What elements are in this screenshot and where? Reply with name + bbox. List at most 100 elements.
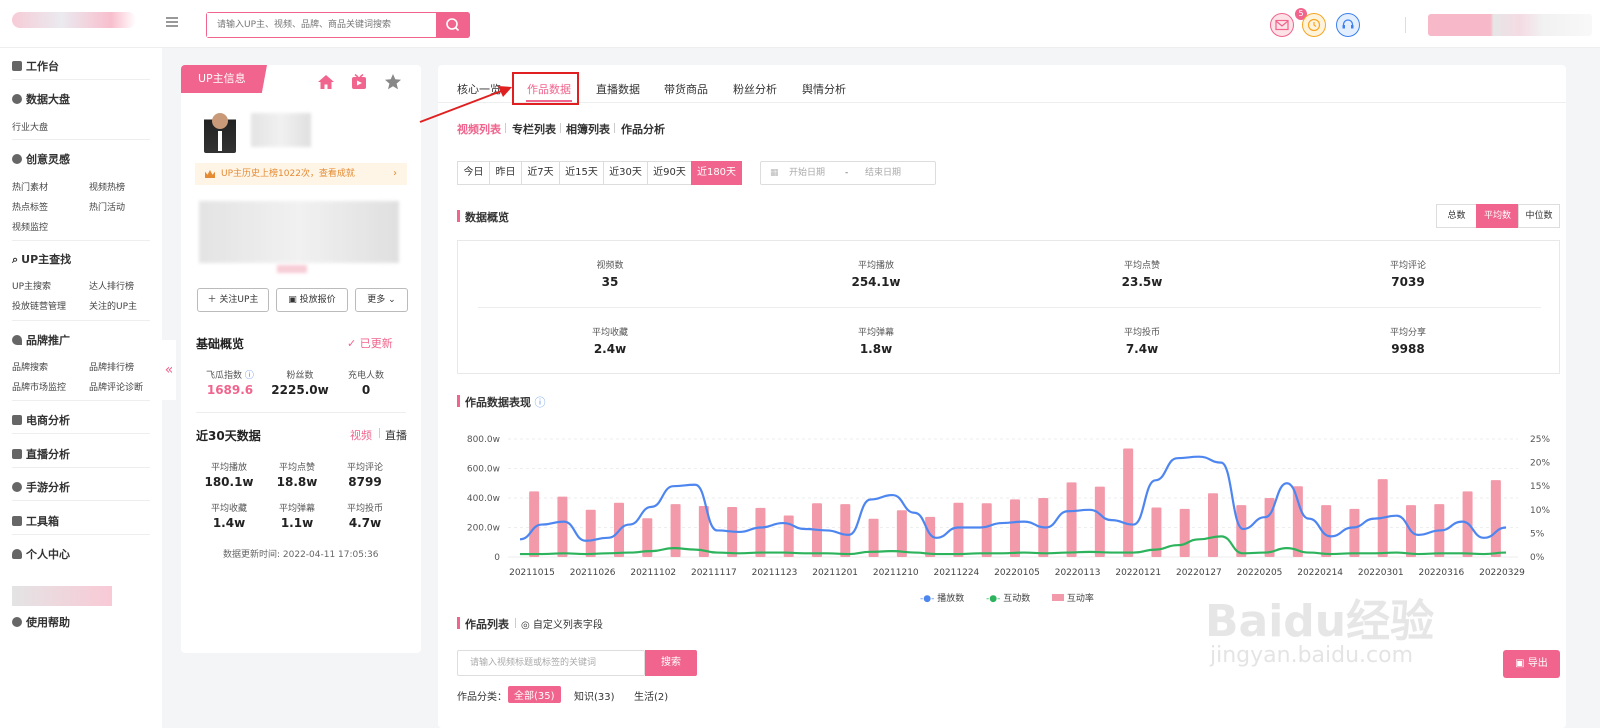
watermark-url: jingyan.baidu.com — [1210, 643, 1414, 668]
sidebar-item-brand-search[interactable]: 品牌搜索 — [12, 360, 48, 373]
sidebar-section-personal[interactable]: 个人中心 — [12, 546, 70, 562]
home-icon[interactable] — [317, 74, 335, 90]
star-icon[interactable] — [384, 73, 402, 91]
sidebar-section-inspiration[interactable]: 创意灵感 — [12, 151, 70, 167]
range-180d[interactable]: 近180天 — [691, 161, 742, 185]
sidebar-item-up-search[interactable]: UP主搜索 — [12, 279, 51, 292]
x-tick-label: 20220113 — [1055, 568, 1101, 578]
home-icon — [12, 61, 22, 71]
gamepad-icon — [12, 482, 22, 492]
collapse-sidebar-button[interactable]: « — [162, 340, 176, 400]
sidebar-item-hot-events[interactable]: 热门活动 — [89, 200, 125, 213]
mode-average[interactable]: 平均数 — [1476, 204, 1519, 228]
y-right-tick-label: 10% — [1530, 506, 1550, 516]
menu-toggle-icon[interactable] — [166, 17, 178, 27]
global-search-input[interactable] — [207, 13, 429, 37]
sidebar-item-hot-tags[interactable]: 热点标签 — [12, 200, 48, 213]
keyword-search-button[interactable]: 搜索 — [645, 650, 697, 676]
sidebar-section-brand[interactable]: 品牌推广 — [12, 332, 70, 348]
y-left-tick-label: 0 — [494, 553, 500, 563]
search-button[interactable] — [436, 12, 470, 38]
sidebar-section-ecommerce[interactable]: 电商分析 — [12, 412, 70, 428]
mode-median[interactable]: 中位数 — [1518, 204, 1560, 228]
sidebar-section-mobile-game[interactable]: 手游分析 — [12, 479, 70, 495]
sidebar-item-hot-material[interactable]: 热门素材 — [12, 180, 48, 193]
ad-quote-button[interactable]: ▣ 投放报价 — [276, 288, 348, 312]
follow-up-button[interactable]: ＋ 关注UP主 — [197, 288, 269, 312]
legend-plays[interactable]: -●- 播放数 — [920, 591, 964, 604]
up-name-blurred — [251, 113, 311, 147]
category-knowledge[interactable]: 知识(33) — [574, 688, 615, 703]
plus-icon: ＋ — [207, 295, 220, 305]
export-button[interactable]: ▣ 导出 — [1503, 650, 1560, 678]
range-30d[interactable]: 近30天 — [603, 161, 648, 185]
support-button[interactable] — [1336, 13, 1360, 37]
achievement-banner[interactable]: UP主历史上榜1022次，查看成就 › — [195, 163, 407, 185]
tab-live-data[interactable]: 直播数据 — [596, 81, 640, 97]
sidebar-item-brand-ranking[interactable]: 品牌排行榜 — [89, 360, 134, 373]
range-15d[interactable]: 近15天 — [559, 161, 604, 185]
sidebar-item-video-hot[interactable]: 视频热榜 — [89, 180, 125, 193]
global-search — [206, 12, 470, 38]
search-icon: ⌕ — [12, 253, 19, 266]
sidebar-item-industry[interactable]: 行业大盘 — [12, 120, 48, 133]
sidebar-section-workbench[interactable]: 工作台 — [12, 58, 59, 74]
x-tick-label: 20220205 — [1237, 568, 1283, 578]
category-life[interactable]: 生活(2) — [634, 688, 668, 703]
bulb-icon — [12, 154, 22, 164]
user-profile[interactable] — [1428, 14, 1592, 36]
logo[interactable] — [12, 12, 136, 28]
bar — [1349, 508, 1360, 557]
subtab-column-list[interactable]: 专栏列表 — [512, 121, 556, 137]
range-yesterday[interactable]: 昨日 — [489, 161, 522, 185]
recent-tab-live[interactable]: 直播 — [385, 427, 407, 443]
legend-interactions[interactable]: -●- 互动数 — [986, 591, 1030, 604]
sidebar-item-campaign[interactable]: 投放链营管理 — [12, 299, 66, 312]
crown-icon — [205, 170, 215, 178]
custom-fields-button[interactable]: ◎ 自定义列表字段 — [521, 616, 603, 631]
x-tick-label: 20220329 — [1479, 568, 1525, 578]
tab-sentiment[interactable]: 舆情分析 — [802, 81, 846, 97]
sidebar-section-help[interactable]: 使用帮助 — [12, 614, 70, 630]
sidebar-item-brand-market[interactable]: 品牌市场监控 — [12, 380, 66, 393]
chevron-down-icon: ⌄ — [385, 295, 396, 305]
history-button[interactable] — [1302, 13, 1326, 37]
sidebar-item-video-monitor[interactable]: 视频监控 — [12, 220, 48, 233]
x-tick-label: 20211210 — [873, 568, 919, 578]
sidebar-item-followed[interactable]: 关注的UP主 — [89, 299, 137, 312]
category-all[interactable]: 全部(35) — [508, 686, 561, 703]
search-icon — [446, 18, 460, 32]
tab-fans-analysis[interactable]: 粉丝分析 — [733, 81, 777, 97]
message-button[interactable] — [1270, 13, 1294, 37]
bar — [1010, 499, 1020, 557]
end-date-field[interactable]: 结束日期 — [865, 162, 901, 184]
overview-grid: 视频数 35 平均播放 254.1w 平均点赞 23.5w 平均评论 7039 … — [457, 240, 1560, 374]
sidebar-section-live[interactable]: 直播分析 — [12, 446, 70, 462]
user-account-blurred — [12, 586, 112, 606]
sidebar-section-dashboard[interactable]: 数据大盘 — [12, 91, 70, 107]
help-icon[interactable]: ⓘ — [531, 396, 545, 409]
more-button[interactable]: 更多 ⌄ — [355, 288, 408, 312]
range-7d[interactable]: 近7天 — [521, 161, 560, 185]
y-right-tick-label: 0% — [1530, 553, 1545, 563]
sidebar-section-up-search[interactable]: ⌕ UP主查找 — [12, 251, 71, 267]
tab-goods[interactable]: 带货商品 — [664, 81, 708, 97]
start-date-field[interactable]: 开始日期 — [789, 162, 825, 184]
recent-tab-video[interactable]: 视频 — [350, 427, 372, 443]
sidebar-item-brand-comment[interactable]: 品牌评论诊断 — [89, 380, 143, 393]
range-90d[interactable]: 近90天 — [647, 161, 692, 185]
sidebar-item-ranking[interactable]: 达人排行榜 — [89, 279, 134, 292]
keyword-search-input[interactable]: 请输入视频标题或标签的关键词 — [457, 650, 645, 676]
range-today[interactable]: 今日 — [457, 161, 490, 185]
subtab-album-list[interactable]: 相簿列表 — [566, 121, 610, 137]
x-tick-label: 20211201 — [812, 568, 858, 578]
help-icon[interactable]: ⓘ — [242, 371, 254, 381]
legend-rate[interactable]: 互动率 — [1052, 591, 1094, 604]
mode-total[interactable]: 总数 — [1436, 204, 1477, 228]
date-range-picker[interactable]: ▦ 开始日期 - 结束日期 — [760, 161, 936, 185]
sidebar-section-toolbox[interactable]: 工具箱 — [12, 513, 59, 529]
subtab-works-analysis[interactable]: 作品分析 — [621, 121, 665, 137]
y-right-tick-label: 20% — [1530, 459, 1550, 469]
video-icon[interactable] — [350, 74, 368, 90]
chevron-right-icon: › — [393, 168, 397, 179]
